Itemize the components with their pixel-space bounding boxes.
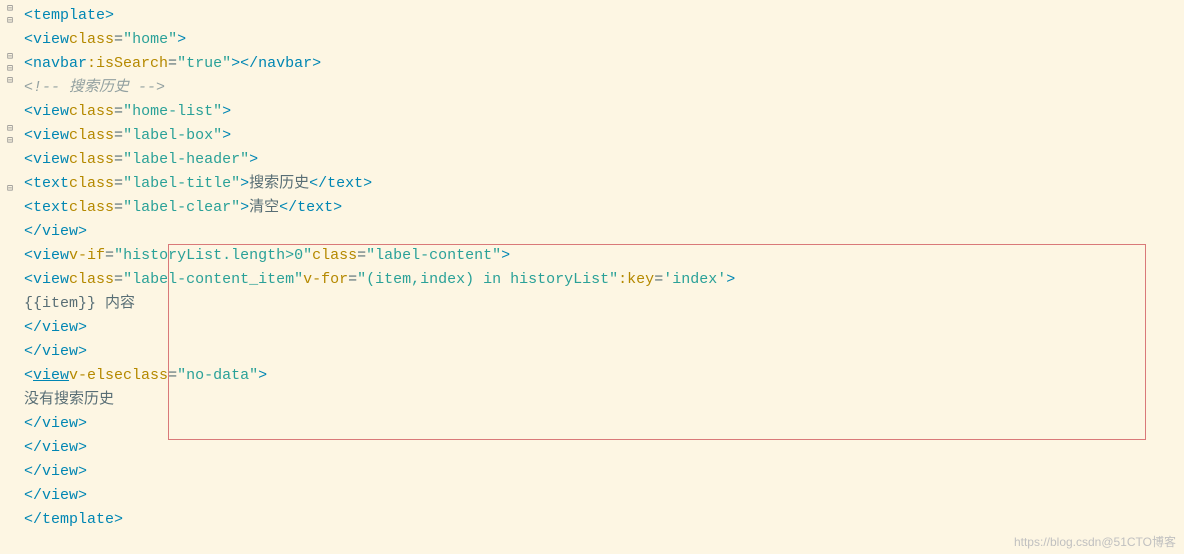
code-line[interactable]: </view> xyxy=(24,412,1184,436)
code-line[interactable]: <text class="label-clear">清空</text> xyxy=(24,196,1184,220)
code-line[interactable]: <view class="home"> xyxy=(24,28,1184,52)
code-line[interactable]: </view> xyxy=(24,316,1184,340)
code-line[interactable]: <text class="label-title">搜索历史</text> xyxy=(24,172,1184,196)
code-line[interactable]: <navbar :isSearch="true"></navbar> xyxy=(24,52,1184,76)
fold-gutter: ⊟⊟⊟⊟⊟⊟⊟⊟ xyxy=(0,0,20,554)
fold-icon[interactable]: ⊟ xyxy=(4,16,16,28)
code-line[interactable]: <view v-else class="no-data"> xyxy=(24,364,1184,388)
fold-icon xyxy=(4,244,16,256)
fold-icon[interactable]: ⊟ xyxy=(4,76,16,88)
code-line[interactable]: <view class="label-box"> xyxy=(24,124,1184,148)
code-editor[interactable]: <template> <view class="home"> <navbar :… xyxy=(20,0,1184,554)
fold-icon[interactable]: ⊟ xyxy=(4,136,16,148)
code-line[interactable]: <!-- 搜索历史 --> xyxy=(24,76,1184,100)
code-line[interactable]: </template> xyxy=(24,508,1184,532)
code-line[interactable]: </view> xyxy=(24,436,1184,460)
fold-icon xyxy=(4,232,16,244)
code-line[interactable]: </view> xyxy=(24,220,1184,244)
code-line[interactable]: <view class="home-list"> xyxy=(24,100,1184,124)
fold-icon xyxy=(4,100,16,112)
fold-icon xyxy=(4,160,16,172)
code-line[interactable]: </view> xyxy=(24,484,1184,508)
code-line[interactable]: </view> xyxy=(24,340,1184,364)
code-line[interactable]: </view> xyxy=(24,460,1184,484)
watermark: https://blog.csdn@51CTO博客 xyxy=(1014,533,1176,550)
code-line[interactable]: <view v-if="historyList.length>0" class=… xyxy=(24,244,1184,268)
code-line[interactable]: <view class="label-content_item" v-for="… xyxy=(24,268,1184,292)
fold-icon xyxy=(4,256,16,268)
fold-icon xyxy=(4,220,16,232)
code-line[interactable]: 没有搜索历史 xyxy=(24,388,1184,412)
code-line[interactable]: {{item}} 内容 xyxy=(24,292,1184,316)
code-line[interactable]: <template> xyxy=(24,4,1184,28)
fold-icon xyxy=(4,208,16,220)
code-line[interactable]: <view class="label-header"> xyxy=(24,148,1184,172)
fold-icon[interactable]: ⊟ xyxy=(4,184,16,196)
